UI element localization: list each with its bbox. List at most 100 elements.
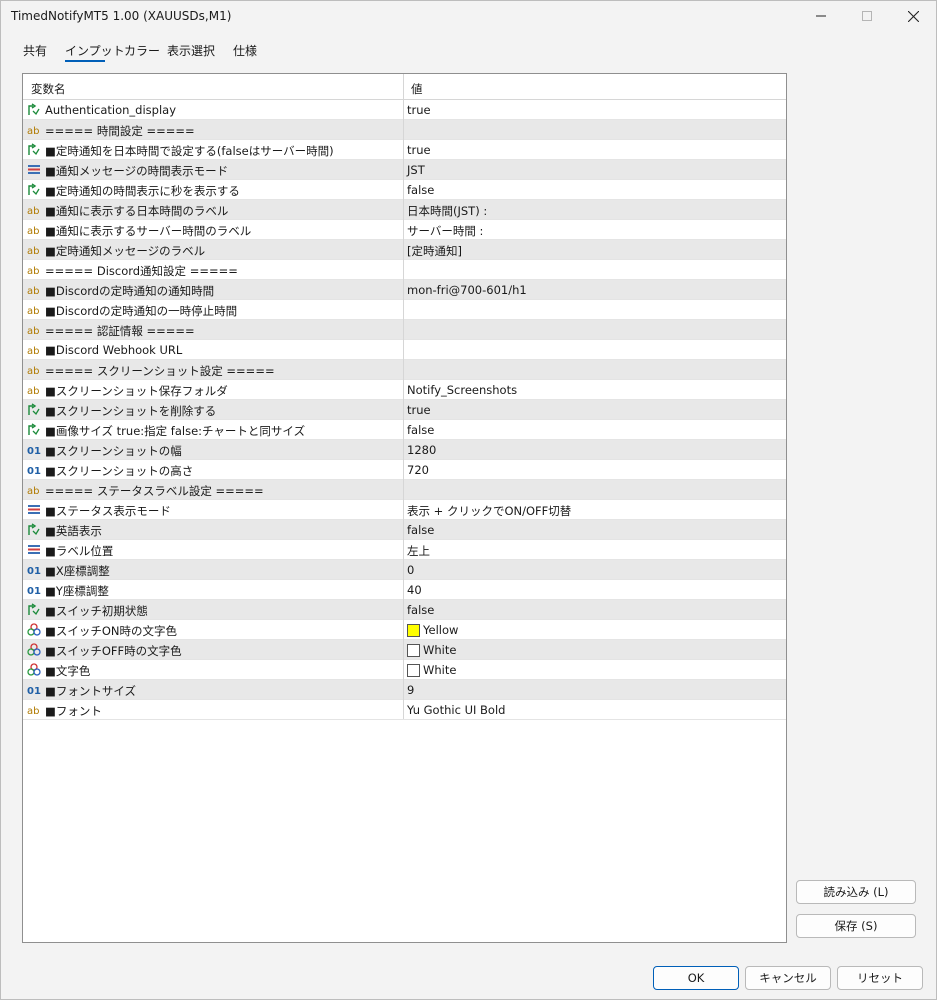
variable-value[interactable]: false xyxy=(407,423,434,437)
variable-name: ■スイッチ初期状態 xyxy=(45,604,148,618)
variable-name: ■スイッチOFF時の文字色 xyxy=(45,644,182,658)
variable-name: ■画像サイズ true:指定 false:チャートと同サイズ xyxy=(45,424,306,438)
variable-name: ===== 認証情報 ===== xyxy=(45,324,195,338)
variable-name: ■スクリーンショットの幅 xyxy=(45,444,182,458)
variable-value[interactable]: JST xyxy=(407,163,425,177)
input-row[interactable]: ab ■Discordの定時通知の通知時間 mon-fri@700-601/h1 xyxy=(23,280,786,300)
variable-value[interactable]: mon-fri@700-601/h1 xyxy=(407,283,527,297)
tab-common[interactable]: 共有 xyxy=(23,42,47,59)
int-01-icon: 01 xyxy=(27,446,41,457)
variable-value[interactable]: 9 xyxy=(407,683,414,697)
input-row[interactable]: ■英語表示 false xyxy=(23,520,786,540)
variable-value[interactable]: false xyxy=(407,183,434,197)
variable-value[interactable]: 日本時間(JST) : xyxy=(407,203,487,219)
input-row[interactable]: ■定時通知の時間表示に秒を表示する false xyxy=(23,180,786,200)
variable-value[interactable]: 左上 xyxy=(407,543,430,559)
input-row[interactable]: 01 ■スクリーンショットの高さ 720 xyxy=(23,460,786,480)
tab-colors[interactable]: カラー xyxy=(124,42,160,59)
bool-arrow-icon xyxy=(27,103,41,116)
minimize-button[interactable] xyxy=(798,1,844,31)
input-row[interactable]: ■画像サイズ true:指定 false:チャートと同サイズ false xyxy=(23,420,786,440)
input-row[interactable]: ab ■スクリーンショット保存フォルダ Notify_Screenshots xyxy=(23,380,786,400)
variable-value[interactable]: false xyxy=(407,603,434,617)
input-row[interactable]: 01 ■X座標調整 0 xyxy=(23,560,786,580)
input-row[interactable]: 01 ■フォントサイズ 9 xyxy=(23,680,786,700)
maximize-icon xyxy=(862,11,872,21)
input-row[interactable]: ■定時通知を日本時間で設定する(falseはサーバー時間) true xyxy=(23,140,786,160)
variable-value[interactable]: true xyxy=(407,143,431,157)
string-ab-icon: ab xyxy=(27,266,40,277)
variable-value[interactable]: 1280 xyxy=(407,443,436,457)
variable-name: ===== ステータスラベル設定 ===== xyxy=(45,484,264,498)
variable-value[interactable]: Notify_Screenshots xyxy=(407,383,517,397)
tab-show[interactable]: 表示選択 xyxy=(167,42,215,59)
input-row[interactable]: ab ■通知に表示する日本時間のラベル 日本時間(JST) : xyxy=(23,200,786,220)
variable-value[interactable]: サーバー時間 : xyxy=(407,223,483,239)
string-ab-icon: ab xyxy=(27,386,40,397)
cancel-button[interactable]: キャンセル xyxy=(745,966,831,990)
save-button[interactable]: 保存 (S) xyxy=(796,914,916,938)
input-row[interactable]: ■スイッチON時の文字色 Yellow xyxy=(23,620,786,640)
variable-value[interactable]: Yu Gothic UI Bold xyxy=(407,703,505,717)
variable-value[interactable]: [定時通知] xyxy=(407,243,462,259)
variable-name: ■Discordの定時通知の通知時間 xyxy=(45,284,215,298)
input-row[interactable]: ab ===== 認証情報 ===== xyxy=(23,320,786,340)
variable-value[interactable]: true xyxy=(407,103,431,117)
variable-name: ■Y座標調整 xyxy=(45,584,109,598)
input-row[interactable]: ■ラベル位置 左上 xyxy=(23,540,786,560)
input-row[interactable]: ab ■通知に表示するサーバー時間のラベル サーバー時間 : xyxy=(23,220,786,240)
string-ab-icon: ab xyxy=(27,706,40,717)
input-row[interactable]: ab ===== Discord通知設定 ===== xyxy=(23,260,786,280)
input-row[interactable]: ■通知メッセージの時間表示モード JST xyxy=(23,160,786,180)
input-row[interactable]: Authentication_display true xyxy=(23,100,786,120)
bool-arrow-icon xyxy=(27,603,41,616)
input-row[interactable]: ■スイッチOFF時の文字色 White xyxy=(23,640,786,660)
variable-value[interactable]: 40 xyxy=(407,583,422,597)
inputs-grid[interactable]: 変数名 値 Authentication_display true ab ===== … xyxy=(22,73,787,943)
column-divider[interactable] xyxy=(403,74,404,719)
input-row[interactable]: ab ===== ステータスラベル設定 ===== xyxy=(23,480,786,500)
input-row[interactable]: ab ===== 時間設定 ===== xyxy=(23,120,786,140)
tab-inputs[interactable]: インプット xyxy=(65,42,125,59)
input-row[interactable]: ab ■Discord Webhook URL xyxy=(23,340,786,360)
input-row[interactable]: ■スイッチ初期状態 false xyxy=(23,600,786,620)
variable-name: ===== Discord通知設定 ===== xyxy=(45,264,238,278)
input-row[interactable]: 01 ■Y座標調整 40 xyxy=(23,580,786,600)
input-row[interactable]: ■スクリーンショットを削除する true xyxy=(23,400,786,420)
input-row[interactable]: ab ===== スクリーンショット設定 ===== xyxy=(23,360,786,380)
header-value[interactable]: 値 xyxy=(411,81,423,97)
input-row[interactable]: ■文字色 White xyxy=(23,660,786,680)
variable-value[interactable]: White xyxy=(423,663,456,677)
tab-specs[interactable]: 仕様 xyxy=(233,42,257,59)
string-ab-icon: ab xyxy=(27,366,40,377)
string-ab-icon: ab xyxy=(27,286,40,297)
variable-name: ■ラベル位置 xyxy=(45,544,114,558)
variable-value[interactable]: Yellow xyxy=(423,623,458,637)
close-button[interactable] xyxy=(890,1,936,31)
header-variable[interactable]: 変数名 xyxy=(31,81,66,97)
string-ab-icon: ab xyxy=(27,226,40,237)
input-row[interactable]: ab ■フォント Yu Gothic UI Bold xyxy=(23,700,786,720)
ok-button[interactable]: OK xyxy=(653,966,739,990)
input-row[interactable]: ab ■Discordの定時通知の一時停止時間 xyxy=(23,300,786,320)
load-button[interactable]: 読み込み (L) xyxy=(796,880,916,904)
variable-value[interactable]: false xyxy=(407,523,434,537)
color-circles-icon xyxy=(27,643,41,656)
variable-name: ■フォント xyxy=(45,704,102,718)
input-row[interactable]: ■ステータス表示モード 表示 + クリックでON/OFF切替 xyxy=(23,500,786,520)
input-row[interactable]: 01 ■スクリーンショットの幅 1280 xyxy=(23,440,786,460)
variable-value[interactable]: White xyxy=(423,643,456,657)
input-row[interactable]: ab ■定時通知メッセージのラベル [定時通知] xyxy=(23,240,786,260)
reset-button[interactable]: リセット xyxy=(837,966,923,990)
variable-name: ■フォントサイズ xyxy=(45,684,137,698)
variable-name: ===== 時間設定 ===== xyxy=(45,124,195,138)
variable-name: ■スクリーンショットの高さ xyxy=(45,464,194,478)
variable-value[interactable]: 0 xyxy=(407,563,414,577)
int-01-icon: 01 xyxy=(27,586,41,597)
window-title: TimedNotifyMT5 1.00 (XAUUSDs,M1) xyxy=(11,9,232,23)
variable-value[interactable]: true xyxy=(407,403,431,417)
variable-name: ■定時通知メッセージのラベル xyxy=(45,244,206,258)
variable-value[interactable]: 720 xyxy=(407,463,429,477)
variable-value[interactable]: 表示 + クリックでON/OFF切替 xyxy=(407,503,571,519)
bool-arrow-icon xyxy=(27,423,41,436)
